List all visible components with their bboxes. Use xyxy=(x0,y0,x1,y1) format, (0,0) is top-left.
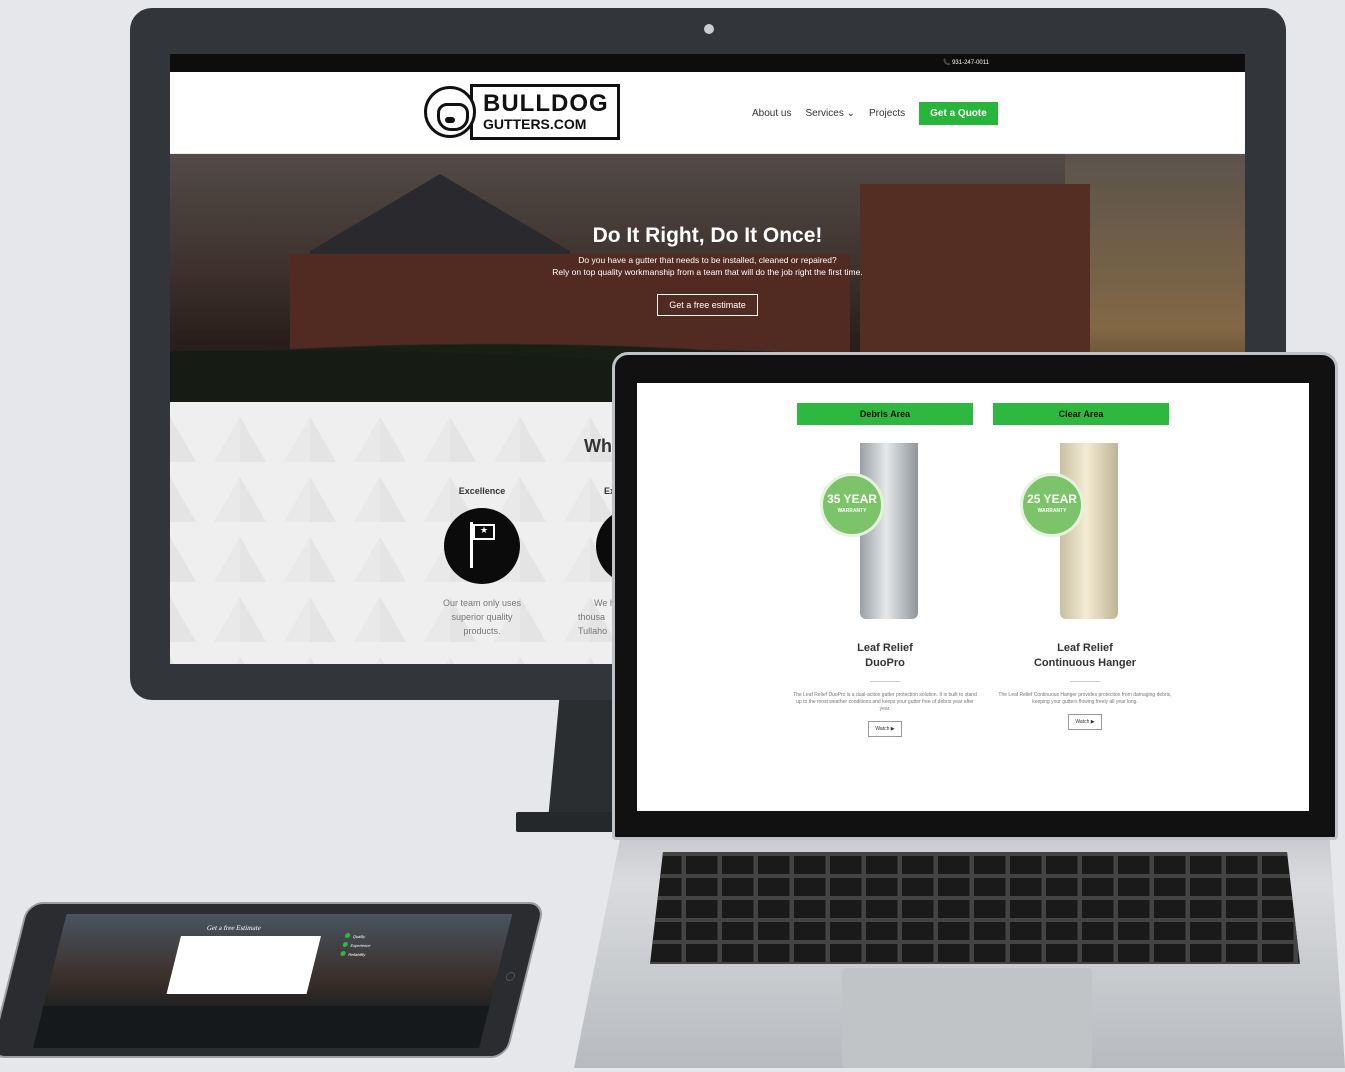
laptop-screen: Debris Area Clear Area 35 YEAR WARRANTY … xyxy=(637,383,1309,811)
badge-label: WARRANTY xyxy=(837,508,867,514)
list-item: Reliability xyxy=(339,950,369,959)
feature-text-line: Our team only uses xyxy=(442,598,522,608)
get-quote-button[interactable]: Get a Quote xyxy=(919,102,998,125)
logo-main-text: BULLDOG xyxy=(483,90,609,117)
tablet-form-title: Get a free Estimate xyxy=(205,924,262,932)
hero-text: Do It Right, Do It Once! Do you have a g… xyxy=(170,224,1245,316)
divider xyxy=(870,681,900,682)
tablet-screen: Get a free Estimate Quality Experience R… xyxy=(33,914,513,1048)
badge-label: WARRANTY xyxy=(1037,508,1067,514)
tablet-footer xyxy=(33,1006,490,1048)
nav-services[interactable]: Services ⌄ xyxy=(805,108,855,119)
nav-menu: About us Services ⌄ Projects Get a Quote xyxy=(752,102,998,125)
feature-title: Excellence xyxy=(458,486,506,496)
hero-title: Do It Right, Do It Once! xyxy=(592,224,823,247)
divider xyxy=(1070,681,1100,682)
check-icon xyxy=(344,933,351,938)
product-name: Leaf Relief DuoPro xyxy=(785,641,985,671)
product-continuous-hanger: 25 YEAR WARRANTY Leaf Relief Continuous … xyxy=(985,443,1185,730)
hero-subtitle-line2: Rely on top quality workmanship from a t… xyxy=(552,267,863,277)
product-description: The Leaf Relief DuoPro is a dual-action … xyxy=(793,692,977,712)
logo-sub-text: GUTTERS.COM xyxy=(483,116,587,132)
product-description: The Leaf Relief Continuous Hanger provid… xyxy=(998,692,1172,705)
warranty-badge: 25 YEAR WARRANTY xyxy=(1020,473,1084,537)
feature-experience: Ex We h thousa Tullaho xyxy=(560,486,672,638)
camera-dot xyxy=(704,24,714,34)
watch-button[interactable]: Watch ▶ xyxy=(1068,714,1102,730)
product-duopro: 35 YEAR WARRANTY Leaf Relief DuoPro The … xyxy=(785,443,985,737)
badge-years: 35 YEAR xyxy=(827,492,877,506)
topbar: 📞 931-247-0011 xyxy=(170,54,1245,72)
hero-subtitle: Do you have a gutter that needs to be in… xyxy=(170,254,1245,278)
list-item-label: Quality xyxy=(352,934,366,939)
feature-title: Ex xyxy=(604,486,616,496)
tablet-home-button[interactable] xyxy=(504,972,516,981)
tab-debris-area[interactable]: Debris Area xyxy=(797,403,973,425)
product-name-line: Continuous Hanger xyxy=(1033,657,1137,669)
laptop-trackpad xyxy=(842,968,1092,1068)
product-name: Leaf Relief Continuous Hanger xyxy=(985,641,1185,671)
laptop-keyboard xyxy=(650,852,1300,964)
flag-icon: ★ xyxy=(444,508,520,584)
feature-excellence: Excellence ★ Our team only uses superior… xyxy=(422,486,542,638)
logo-box: BULLDOG GUTTERS.COM xyxy=(470,84,620,140)
badge-years: 25 YEAR xyxy=(1027,492,1077,506)
tablet-estimate-form[interactable] xyxy=(166,936,321,994)
product-name-line: DuoPro xyxy=(865,657,905,669)
feature-text: We h thousa Tullaho xyxy=(560,596,620,638)
feature-text-line: products. xyxy=(463,626,501,636)
feature-text: Our team only uses superior quality prod… xyxy=(422,596,542,638)
why-title: Wh xyxy=(584,436,612,456)
list-item: Quality xyxy=(344,932,374,941)
warranty-badge: 35 YEAR WARRANTY xyxy=(820,473,884,537)
bulldog-icon xyxy=(424,86,476,138)
list-item-label: Experience xyxy=(349,943,372,948)
nav-about[interactable]: About us xyxy=(752,108,791,119)
tab-clear-area[interactable]: Clear Area xyxy=(993,403,1169,425)
site-logo[interactable]: BULLDOG GUTTERS.COM xyxy=(424,82,626,142)
laptop-lid: Debris Area Clear Area 35 YEAR WARRANTY … xyxy=(612,352,1338,840)
watch-button[interactable]: Watch ▶ xyxy=(868,721,902,737)
list-item: Experience xyxy=(341,941,371,950)
product-name-line: Leaf Relief xyxy=(857,642,913,654)
product-image: 25 YEAR WARRANTY xyxy=(1020,443,1150,623)
list-item-label: Reliability xyxy=(347,952,367,957)
product-image: 35 YEAR WARRANTY xyxy=(820,443,950,623)
check-icon xyxy=(339,951,347,956)
check-icon xyxy=(342,942,349,947)
topbar-phone[interactable]: 📞 931-247-0011 xyxy=(943,60,989,66)
tablet-device: Get a free Estimate Quality Experience R… xyxy=(0,902,546,1058)
navbar: BULLDOG GUTTERS.COM About us Services ⌄ … xyxy=(170,72,1245,154)
star-icon: ★ xyxy=(480,525,489,535)
area-tabs: Debris Area Clear Area xyxy=(797,403,1169,425)
free-estimate-button[interactable]: Get a free estimate xyxy=(657,294,758,316)
feature-text-line: superior quality xyxy=(451,612,513,622)
hero-subtitle-line1: Do you have a gutter that needs to be in… xyxy=(578,255,837,265)
product-name-line: Leaf Relief xyxy=(1057,642,1113,654)
nav-projects[interactable]: Projects xyxy=(869,108,905,119)
